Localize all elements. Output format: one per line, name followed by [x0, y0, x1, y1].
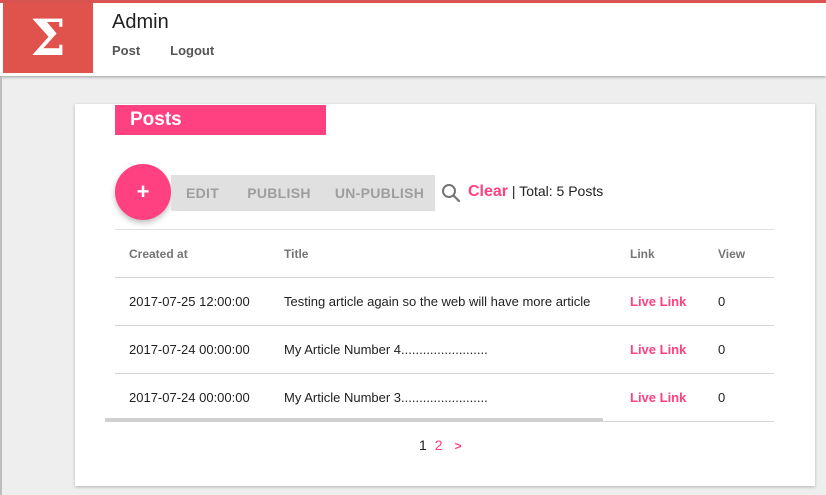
column-header-created[interactable]: Created at — [115, 247, 270, 261]
cell-created: 2017-07-25 12:00:00 — [129, 294, 250, 309]
page-2-link[interactable]: 2 — [435, 437, 443, 453]
cell-views: 0 — [718, 294, 726, 309]
nav-logout-link[interactable]: Logout — [170, 43, 214, 58]
table-row[interactable]: 2017-07-24 00:00:00 My Article Number 4.… — [115, 326, 774, 374]
edit-button[interactable]: EDIT — [171, 175, 234, 211]
table-row[interactable]: 2017-07-24 00:00:00 My Article Number 3.… — [115, 374, 774, 422]
column-header-view[interactable]: View — [704, 247, 774, 261]
live-link[interactable]: Live Link — [616, 390, 704, 405]
cell-views: 0 — [718, 342, 726, 357]
cell-title: My Article Number 4.....................… — [284, 342, 488, 357]
search-icon[interactable] — [441, 183, 461, 203]
next-page-link[interactable]: > — [455, 439, 462, 453]
column-header-title[interactable]: Title — [270, 247, 616, 261]
action-button-group: EDIT PUBLISH UN-PUBLISH — [171, 175, 435, 211]
table-row[interactable]: 2017-07-25 12:00:00 Testing article agai… — [115, 278, 774, 326]
clear-link[interactable]: Clear — [468, 183, 508, 200]
page-current: 1 — [419, 437, 427, 453]
unpublish-button[interactable]: UN-PUBLISH — [324, 175, 435, 211]
pagination: 1 2 > — [419, 437, 462, 453]
add-post-button[interactable]: + — [115, 164, 171, 220]
sigma-logo-icon[interactable]: Σ — [3, 3, 93, 73]
status-text: Clear | Total: 5 Posts — [468, 183, 603, 201]
publish-button[interactable]: PUBLISH — [234, 175, 324, 211]
posts-table: Created at Title Link View 2017-07-25 12… — [115, 229, 774, 422]
cell-views: 0 — [718, 390, 726, 405]
left-divider — [0, 76, 2, 495]
top-app-bar: Σ Admin Post Logout — [0, 0, 826, 76]
live-link[interactable]: Live Link — [616, 342, 704, 357]
cell-created: 2017-07-24 00:00:00 — [129, 342, 250, 357]
cell-title: My Article Number 3.....................… — [284, 390, 488, 405]
total-count: | Total: 5 Posts — [511, 183, 604, 199]
card-title: Posts — [115, 105, 326, 135]
app-title: Admin — [112, 11, 169, 33]
horizontal-scrollbar[interactable] — [105, 418, 603, 422]
live-link[interactable]: Live Link — [616, 294, 704, 309]
cell-title: Testing article again so the web will ha… — [284, 294, 591, 309]
cell-created: 2017-07-24 00:00:00 — [129, 390, 250, 405]
posts-toolbar: + EDIT PUBLISH UN-PUBLISH Clear | Total:… — [115, 164, 775, 220]
posts-card: Posts + EDIT PUBLISH UN-PUBLISH Clear | … — [75, 104, 815, 486]
nav-post-link[interactable]: Post — [112, 43, 140, 58]
top-nav: Post Logout — [112, 43, 214, 58]
table-header: Created at Title Link View — [115, 230, 774, 278]
column-header-link[interactable]: Link — [616, 247, 704, 261]
